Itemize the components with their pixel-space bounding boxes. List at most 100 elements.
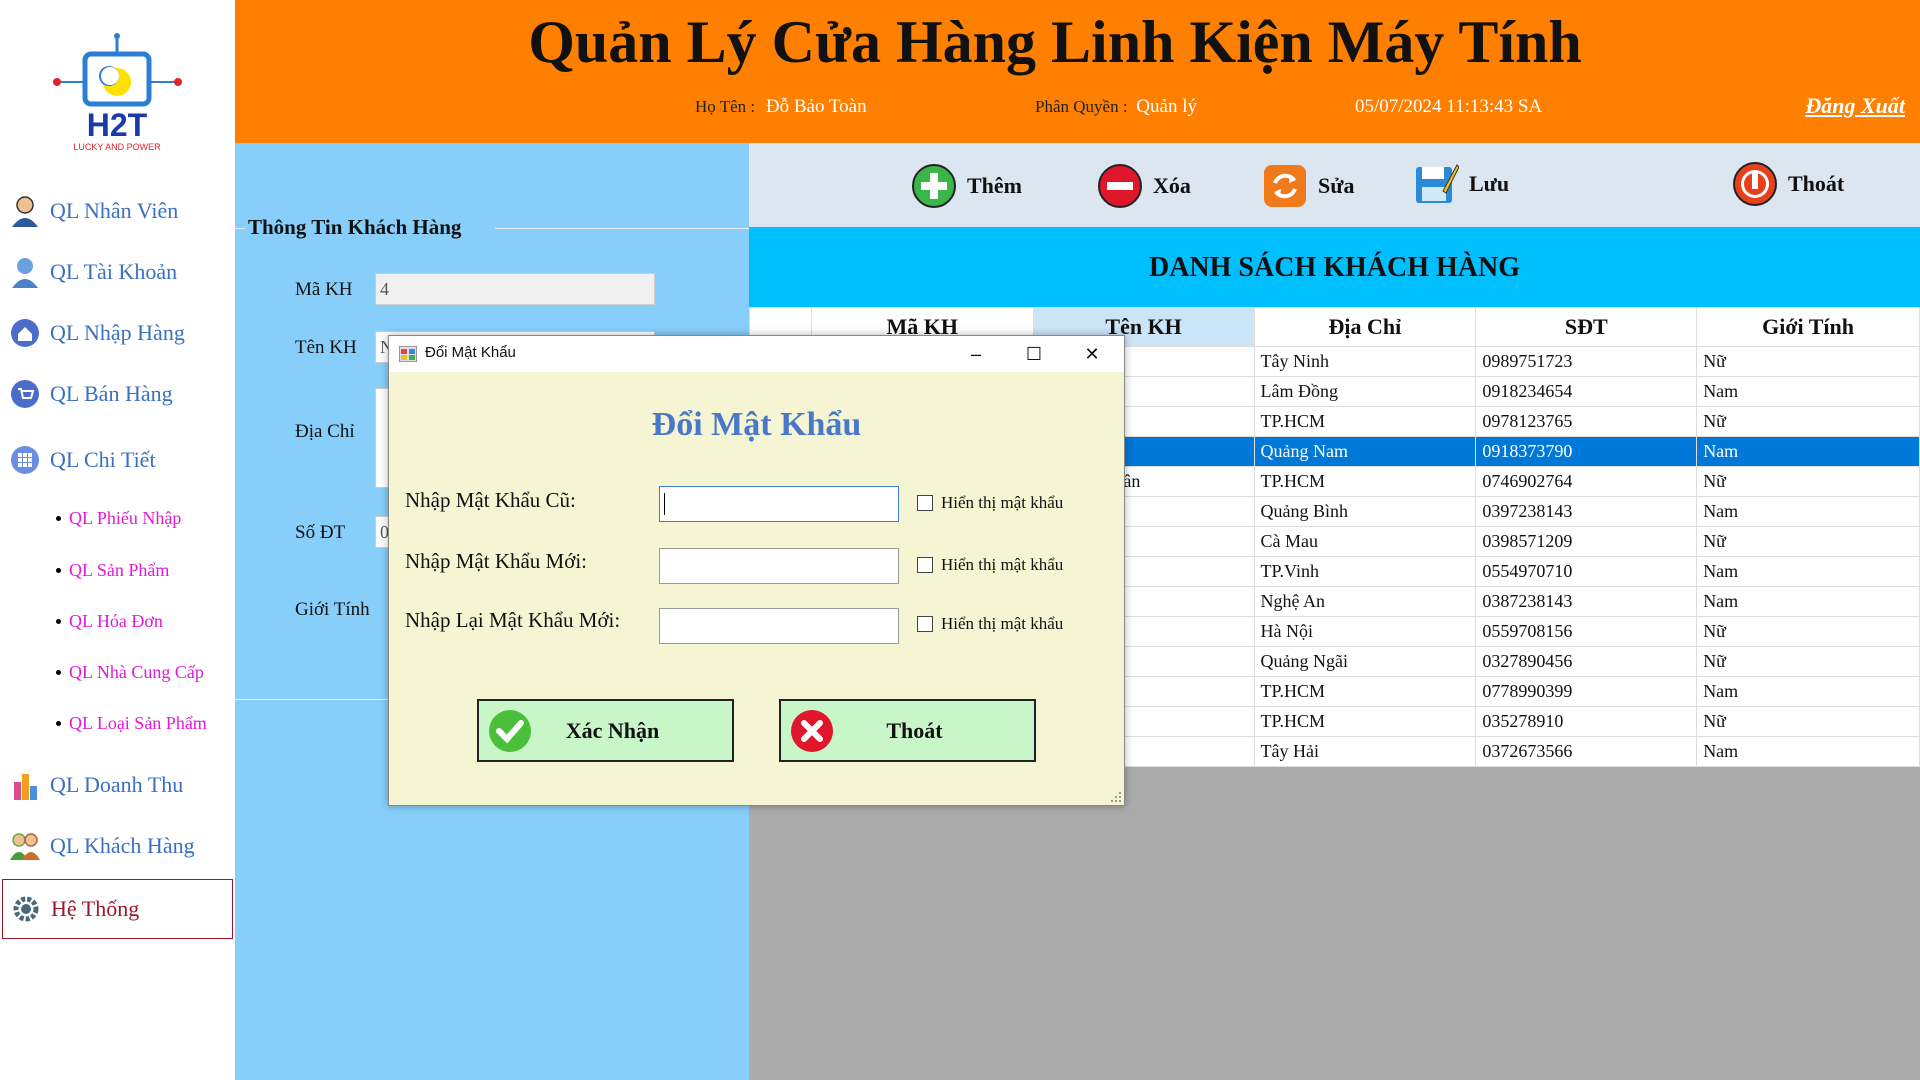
cell-address[interactable]: Lâm Đồng <box>1253 376 1477 407</box>
cancel-icon <box>791 709 833 752</box>
sidebar-subitem-product-types[interactable]: QL Loại Sản Phẩm <box>56 708 207 738</box>
sidebar-item-details[interactable]: QL Chi Tiết <box>2 432 233 488</box>
cell-address[interactable]: Tây Hải <box>1253 736 1477 767</box>
cell-phone[interactable]: 0918234654 <box>1475 376 1698 407</box>
cell-phone[interactable]: 0397238143 <box>1475 496 1698 527</box>
close-button[interactable]: ✕ <box>1063 336 1121 372</box>
cell-address[interactable]: Quảng Nam <box>1253 436 1477 467</box>
cell-address[interactable]: TP.Vinh <box>1253 556 1477 587</box>
column-header-gender[interactable]: Giới Tính <box>1696 307 1920 347</box>
new-password-input[interactable] <box>659 548 899 584</box>
cell-address[interactable]: Nghệ An <box>1253 586 1477 617</box>
bullet-icon <box>56 567 61 573</box>
sidebar-item-label: QL Bán Hàng <box>50 381 173 406</box>
cell-gender[interactable]: Nữ <box>1696 466 1920 497</box>
exit-button[interactable]: Thoát <box>1732 161 1844 207</box>
minimize-button[interactable]: – <box>947 336 1005 372</box>
cell-address[interactable]: Quảng Ngãi <box>1253 646 1477 677</box>
dialog-exit-button[interactable]: Thoát <box>779 699 1036 762</box>
cell-address[interactable]: Quảng Bình <box>1253 496 1477 527</box>
field-label-gender: Giới Tính <box>295 599 370 620</box>
cell-address[interactable]: TP.HCM <box>1253 406 1477 437</box>
cell-phone[interactable]: 0372673566 <box>1475 736 1698 767</box>
column-header-phone[interactable]: SĐT <box>1475 307 1698 347</box>
dialog-titlebar[interactable]: Đổi Mật Khẩu – ☐ ✕ <box>389 336 1124 372</box>
cell-address[interactable]: TP.HCM <box>1253 706 1477 737</box>
cell-phone[interactable]: 035278910 <box>1475 706 1698 737</box>
plus-icon <box>912 164 956 208</box>
show-confirm-password-checkbox[interactable]: Hiển thị mật khẩu <box>917 614 1063 634</box>
cell-phone[interactable]: 0918373790 <box>1475 436 1698 467</box>
cell-address[interactable]: Hà Nội <box>1253 616 1477 647</box>
cell-phone[interactable]: 0398571209 <box>1475 526 1698 557</box>
bullet-icon <box>56 669 61 675</box>
cell-address[interactable]: TP.HCM <box>1253 676 1477 707</box>
cell-phone[interactable]: 0327890456 <box>1475 646 1698 677</box>
resize-grip-icon[interactable] <box>1110 791 1122 803</box>
delete-button[interactable]: Xóa <box>1097 163 1191 209</box>
field-label-phone: Số ĐT <box>295 522 346 543</box>
cell-gender[interactable]: Nam <box>1696 736 1920 767</box>
edit-button[interactable]: Sửa <box>1262 163 1354 209</box>
sidebar-item-employees[interactable]: QL Nhân Viên <box>2 183 233 239</box>
revenue-icon <box>8 768 42 802</box>
column-header-address[interactable]: Địa Chỉ <box>1253 307 1477 347</box>
gear-icon <box>9 892 43 926</box>
cell-gender[interactable]: Nam <box>1696 496 1920 527</box>
checkbox-box[interactable] <box>917 557 933 573</box>
cell-gender[interactable]: Nam <box>1696 376 1920 407</box>
cell-gender[interactable]: Nam <box>1696 556 1920 587</box>
show-old-password-checkbox[interactable]: Hiển thị mật khẩu <box>917 493 1063 513</box>
sidebar-item-import[interactable]: QL Nhập Hàng <box>2 305 233 361</box>
cell-phone[interactable]: 0989751723 <box>1475 346 1698 377</box>
sidebar-subitem-invoices[interactable]: QL Hóa Đơn <box>56 606 163 636</box>
sidebar-item-accounts[interactable]: QL Tài Khoản <box>2 244 233 300</box>
cell-gender[interactable]: Nam <box>1696 436 1920 467</box>
cell-gender[interactable]: Nữ <box>1696 406 1920 437</box>
divider <box>235 228 245 229</box>
cell-address[interactable]: Cà Mau <box>1253 526 1477 557</box>
cell-gender[interactable]: Nữ <box>1696 646 1920 677</box>
sidebar-subitem-products[interactable]: QL Sản Phẩm <box>56 555 169 585</box>
cell-phone[interactable]: 0559708156 <box>1475 616 1698 647</box>
cell-gender[interactable]: Nam <box>1696 676 1920 707</box>
cell-gender[interactable]: Nữ <box>1696 616 1920 647</box>
cell-phone[interactable]: 0978123765 <box>1475 406 1698 437</box>
sidebar-item-revenue[interactable]: QL Doanh Thu <box>2 757 233 813</box>
sidebar-item-system[interactable]: Hệ Thống <box>2 879 233 939</box>
dialog-heading: Đổi Mật Khẩu <box>651 406 862 443</box>
field-label-address: Địa Chỉ <box>295 421 355 442</box>
cell-phone[interactable]: 0778990399 <box>1475 676 1698 707</box>
save-button[interactable]: Lưu <box>1413 161 1509 207</box>
old-password-input[interactable] <box>659 486 899 522</box>
cell-gender[interactable]: Nữ <box>1696 526 1920 557</box>
sidebar-subitem-import-receipts[interactable]: QL Phiếu Nhập <box>56 503 181 533</box>
show-new-password-checkbox[interactable]: Hiển thị mật khẩu <box>917 555 1063 575</box>
cell-phone[interactable]: 0554970710 <box>1475 556 1698 587</box>
minus-icon <box>1098 164 1142 208</box>
sidebar-item-label: Hệ Thống <box>51 896 140 921</box>
checkbox-box[interactable] <box>917 616 933 632</box>
sidebar-subitem-suppliers[interactable]: QL Nhà Cung Cấp <box>56 657 204 687</box>
svg-text:LUCKY AND POWER: LUCKY AND POWER <box>73 142 161 152</box>
logout-link[interactable]: Đăng Xuất <box>1805 93 1905 119</box>
cell-address[interactable]: TP.HCM <box>1253 466 1477 497</box>
user-role-display: Phân Quyền : Quản lý <box>1035 96 1197 117</box>
maximize-button[interactable]: ☐ <box>1005 336 1063 372</box>
cell-address[interactable]: Tây Ninh <box>1253 346 1477 377</box>
cell-gender[interactable]: Nữ <box>1696 346 1920 377</box>
confirm-button[interactable]: Xác Nhận <box>477 699 734 762</box>
confirm-password-label: Nhập Lại Mật Khẩu Mới: <box>405 608 621 632</box>
confirm-password-input[interactable] <box>659 608 899 644</box>
sidebar-item-label: QL Nhập Hàng <box>50 320 185 345</box>
sidebar-item-customers[interactable]: QL Khách Hàng <box>2 818 233 874</box>
cell-phone[interactable]: 0387238143 <box>1475 586 1698 617</box>
bullet-icon <box>56 515 61 521</box>
checkbox-box[interactable] <box>917 495 933 511</box>
add-button[interactable]: Thêm <box>911 163 1022 209</box>
cell-phone[interactable]: 0746902764 <box>1475 466 1698 497</box>
customer-id-input[interactable]: 4 <box>375 273 655 305</box>
cell-gender[interactable]: Nữ <box>1696 706 1920 737</box>
sidebar-item-sales[interactable]: QL Bán Hàng <box>2 366 233 422</box>
cell-gender[interactable]: Nam <box>1696 586 1920 617</box>
